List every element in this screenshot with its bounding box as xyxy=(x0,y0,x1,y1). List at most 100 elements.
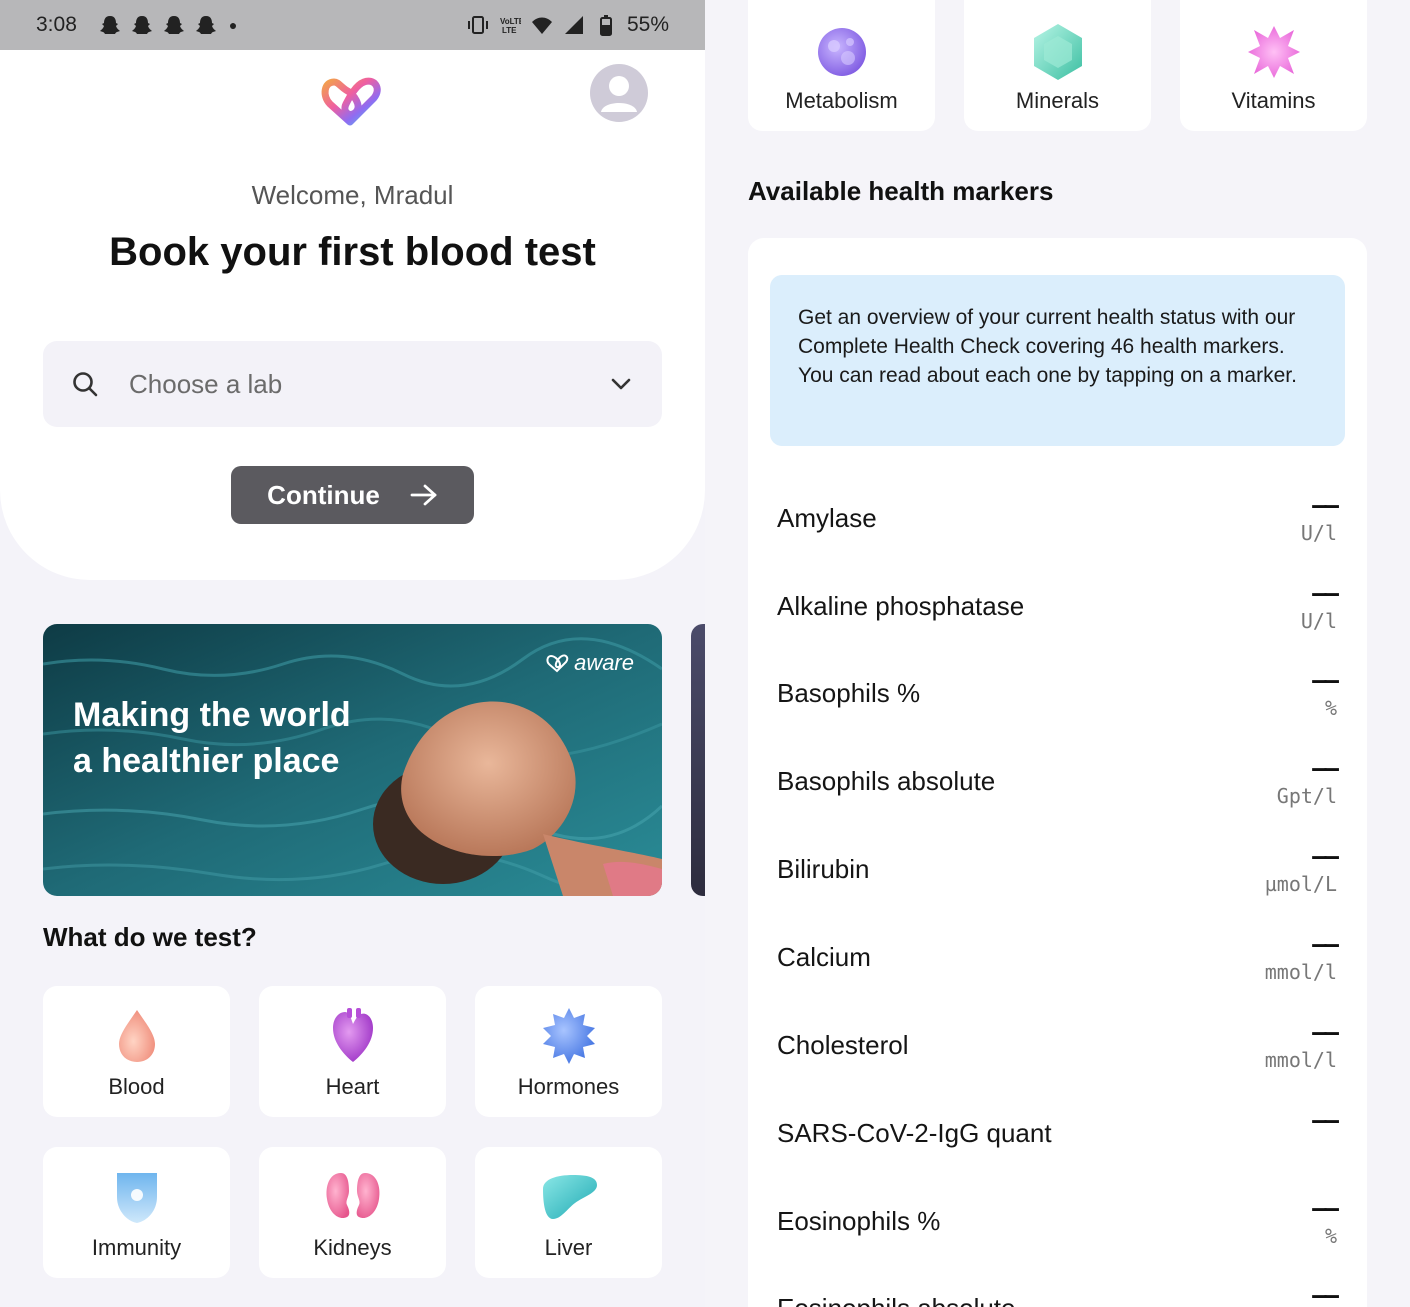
category-hormones[interactable]: Hormones xyxy=(475,986,662,1117)
status-bar: 3:08 ● VoLTELTE 55% xyxy=(0,0,705,50)
notification-dot-icon: ● xyxy=(228,17,238,33)
marker-row-basophils-percent[interactable]: Basophils % —— % xyxy=(748,666,1367,756)
app-logo xyxy=(321,77,381,126)
category-liver[interactable]: Liver xyxy=(475,1147,662,1278)
marker-row-sars-cov-2-igg[interactable]: SARS-CoV-2-IgG quant —— xyxy=(748,1106,1367,1196)
category-metabolism[interactable]: Metabolism xyxy=(748,0,935,131)
heart-icon xyxy=(332,1008,373,1062)
marker-unit: mmol/l xyxy=(1264,1048,1337,1072)
category-label: Blood xyxy=(108,1074,165,1099)
mineral-gem-icon xyxy=(1033,24,1082,80)
marker-name: Basophils % xyxy=(777,678,921,708)
marker-row-bilirubin[interactable]: Bilirubin —— µmol/L xyxy=(748,842,1367,932)
category-heart[interactable]: Heart xyxy=(259,986,446,1117)
category-label: Minerals xyxy=(1015,88,1100,113)
marker-unit: % xyxy=(1324,696,1337,720)
marker-row-cholesterol[interactable]: Cholesterol —— mmol/l xyxy=(748,1018,1367,1108)
health-markers-screen: Metabolism Minerals Vitamins Available h… xyxy=(705,0,1410,1307)
marker-name: Cholesterol xyxy=(777,1030,909,1060)
info-box: Get an overview of your current health s… xyxy=(770,275,1345,446)
category-label: Immunity xyxy=(91,1235,182,1260)
arrow-right-icon xyxy=(410,484,437,506)
promo-banner[interactable]: Making the world a healthier place aware xyxy=(43,624,662,896)
marker-value: —— xyxy=(1312,1106,1339,1134)
battery-percent: 55% xyxy=(626,13,669,36)
category-label: Hormones xyxy=(517,1074,620,1099)
marker-value: —— xyxy=(1312,930,1339,958)
category-vitamins[interactable]: Vitamins xyxy=(1180,0,1367,131)
booking-card: Welcome, Mradul Book your first blood te… xyxy=(0,50,705,580)
marker-row-basophils-absolute[interactable]: Basophils absolute —— Gpt/l xyxy=(748,754,1367,844)
marker-value: —— xyxy=(1312,1018,1339,1046)
brand-logo-icon xyxy=(546,654,569,673)
profile-avatar[interactable] xyxy=(590,64,648,122)
marker-value: —— xyxy=(1312,1281,1339,1307)
category-blood[interactable]: Blood xyxy=(43,986,230,1117)
volte-icon: VoLTELTE xyxy=(500,17,521,35)
blood-drop-icon xyxy=(118,1010,155,1062)
category-kidneys[interactable]: Kidneys xyxy=(259,1147,446,1278)
marker-unit: mmol/l xyxy=(1264,960,1337,984)
marker-unit: % xyxy=(1324,1224,1337,1248)
vitamins-icon xyxy=(1247,26,1300,78)
marker-name: Amylase xyxy=(777,503,877,533)
marker-name: Alkaline phosphatase xyxy=(777,591,1025,621)
shield-icon xyxy=(116,1173,157,1223)
status-time: 3:08 xyxy=(36,13,77,36)
marker-value: —— xyxy=(1312,842,1339,870)
marker-unit: Gpt/l xyxy=(1276,784,1337,808)
category-label: Metabolism xyxy=(785,88,898,113)
markers-card: Get an overview of your current health s… xyxy=(748,238,1367,1307)
marker-value: —— xyxy=(1312,491,1339,519)
search-icon xyxy=(73,372,98,397)
marker-name: Basophils absolute xyxy=(777,766,996,796)
kidneys-icon xyxy=(326,1173,379,1219)
marker-value: —— xyxy=(1312,754,1339,782)
marker-value: —— xyxy=(1312,1194,1339,1222)
signal-icon xyxy=(564,16,583,34)
battery-icon xyxy=(599,15,612,36)
status-icons: VoLTELTE 55% xyxy=(467,13,669,37)
available-markers-heading: Available health markers xyxy=(748,176,1054,206)
marker-unit: U/l xyxy=(1300,521,1337,545)
marker-value: —— xyxy=(1312,579,1339,607)
marker-name: Calcium xyxy=(777,942,871,972)
lab-dropdown[interactable]: Choose a lab xyxy=(43,341,662,427)
category-immunity[interactable]: Immunity xyxy=(43,1147,230,1278)
marker-name: SARS-CoV-2-IgG quant xyxy=(777,1118,1052,1148)
category-label: Liver xyxy=(544,1235,593,1260)
marker-row-calcium[interactable]: Calcium —— mmol/l xyxy=(748,930,1367,1020)
snapchat-icon xyxy=(163,16,184,34)
marker-name: Bilirubin xyxy=(777,854,870,884)
next-banner-peek[interactable] xyxy=(691,624,705,896)
snapchat-icon xyxy=(131,16,152,34)
metabolism-icon xyxy=(817,28,866,76)
marker-name: Eosinophils % xyxy=(777,1206,941,1236)
marker-row-amylase[interactable]: Amylase —— U/l xyxy=(748,491,1367,581)
hormones-icon xyxy=(542,1008,595,1064)
lab-dropdown-placeholder: Choose a lab xyxy=(129,368,283,399)
user-icon xyxy=(601,76,637,112)
svg-text:VoLTE: VoLTE xyxy=(500,17,521,26)
svg-text:LTE: LTE xyxy=(502,26,517,35)
continue-button-label: Continue xyxy=(267,479,380,510)
wifi-icon xyxy=(531,17,552,34)
category-minerals[interactable]: Minerals xyxy=(964,0,1151,131)
marker-row-eosinophils-percent[interactable]: Eosinophils % —— % xyxy=(748,1194,1367,1284)
welcome-text: Welcome, Mradul xyxy=(251,180,454,210)
chevron-down-icon xyxy=(611,378,631,390)
snapchat-icon xyxy=(195,16,216,34)
banner-headline: Making the world a healthier place xyxy=(73,696,351,780)
snapchat-icon xyxy=(99,16,120,34)
vibrate-icon xyxy=(467,16,488,34)
banner-brand-name: aware xyxy=(574,650,634,675)
page-title: Book your first blood test xyxy=(109,230,596,274)
home-screen: Welcome, Mradul Book your first blood te… xyxy=(0,0,705,1307)
marker-unit: U/l xyxy=(1300,609,1337,633)
what-do-we-test-heading: What do we test? xyxy=(43,922,257,952)
continue-button[interactable]: Continue xyxy=(231,466,474,524)
marker-row-eosinophils-absolute[interactable]: Eosinophils absolute —— xyxy=(748,1281,1367,1307)
marker-row-alkaline-phosphatase[interactable]: Alkaline phosphatase —— U/l xyxy=(748,579,1367,669)
category-label: Kidneys xyxy=(313,1235,392,1260)
category-label: Vitamins xyxy=(1231,88,1316,113)
